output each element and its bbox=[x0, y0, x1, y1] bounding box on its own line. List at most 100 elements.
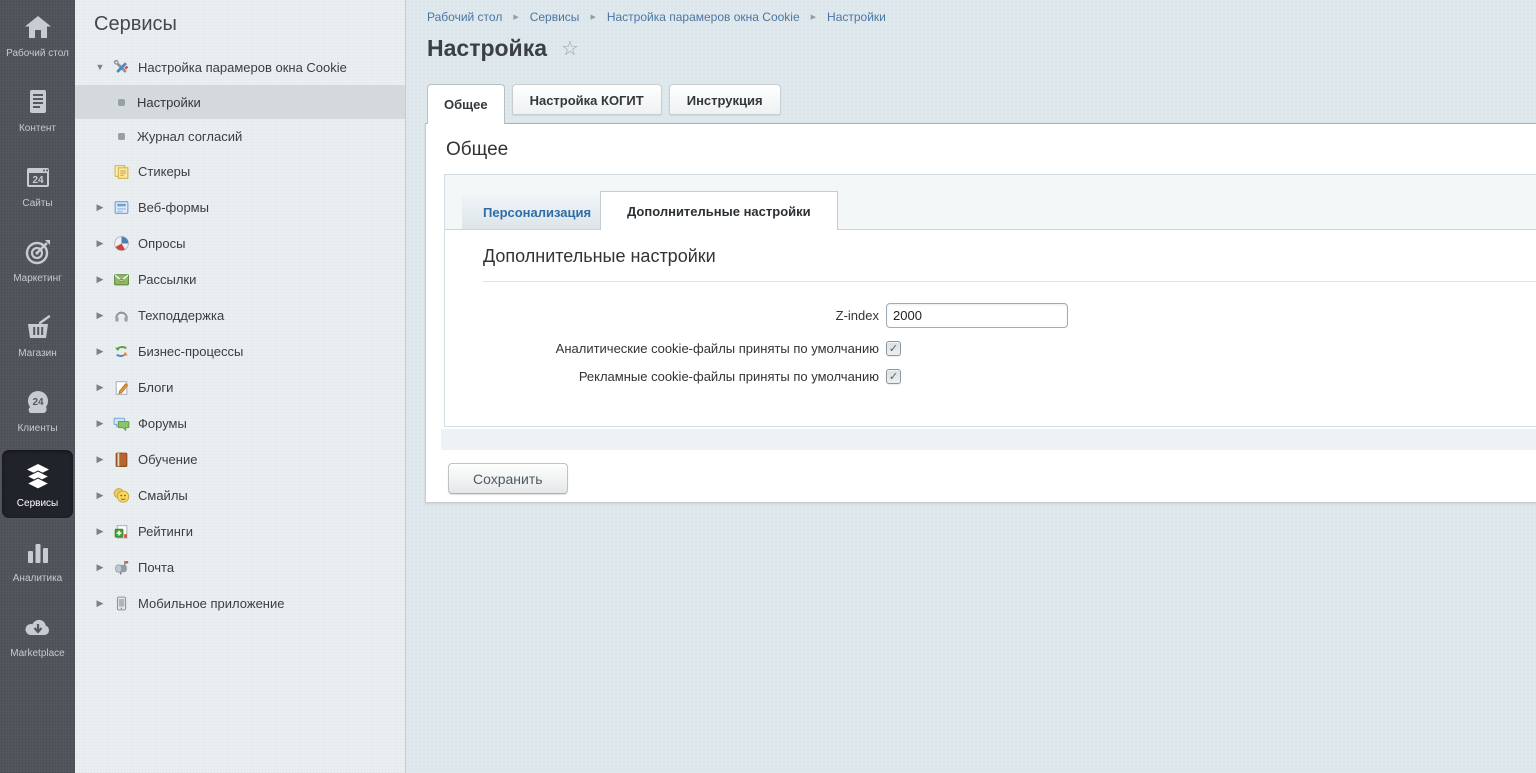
rail-item-label: Контент bbox=[19, 123, 56, 135]
breadcrumb-link-desktop[interactable]: Рабочий стол bbox=[427, 10, 502, 24]
chevron-right-icon[interactable]: ▶ bbox=[94, 454, 106, 465]
rail-item-store[interactable]: Магазин bbox=[2, 300, 73, 368]
mailbox-icon bbox=[113, 559, 130, 576]
tools-icon bbox=[113, 59, 130, 76]
sidebar-item-label: Стикеры bbox=[138, 164, 190, 179]
breadcrumb-link-cookie-settings[interactable]: Настройка парамеров окна Cookie bbox=[607, 10, 800, 24]
rail-item-label: Сервисы bbox=[17, 498, 58, 510]
sidebar-item-mobile-app[interactable]: ▶ Мобильное приложение bbox=[75, 585, 405, 621]
chevron-right-icon[interactable]: ▶ bbox=[94, 238, 106, 249]
envelope-icon bbox=[113, 271, 130, 288]
sidebar-item-cookie-settings[interactable]: ▼ Настройка парамеров окна Cookie bbox=[75, 49, 405, 85]
sidebar-item-ratings[interactable]: ▶ Рейтинги bbox=[75, 513, 405, 549]
sidebar-item-label: Мобильное приложение bbox=[138, 596, 284, 611]
sidebar-item-bizproc[interactable]: ▶ Бизнес-процессы bbox=[75, 333, 405, 369]
rail-item-desktop[interactable]: Рабочий стол bbox=[2, 0, 73, 68]
inner-tab-personalization[interactable]: Персонализация bbox=[462, 196, 612, 229]
stickers-icon bbox=[113, 163, 130, 180]
title-row: Настройка ☆ bbox=[406, 24, 1536, 62]
rail-item-clients[interactable]: 24 Клиенты bbox=[2, 375, 73, 443]
mobile-icon bbox=[113, 595, 130, 612]
sidebar-item-label: Опросы bbox=[138, 236, 185, 251]
sidebar-item-stickers[interactable]: Стикеры bbox=[75, 153, 405, 189]
breadcrumb-separator-icon: ▶ bbox=[811, 13, 816, 21]
settings-box: Персонализация Дополнительные настройки … bbox=[444, 174, 1536, 427]
rail-item-marketing[interactable]: Маркетинг bbox=[2, 225, 73, 293]
sidebar-item-label: Блоги bbox=[138, 380, 173, 395]
sidebar-item-support[interactable]: ▶ Техподдержка bbox=[75, 297, 405, 333]
rail-item-services[interactable]: Сервисы bbox=[2, 450, 73, 518]
chevron-right-icon[interactable]: ▶ bbox=[94, 598, 106, 609]
analytics-cookies-label: Аналитические cookie-файлы приняты по ум… bbox=[483, 341, 886, 356]
left-rail: Рабочий стол Контент 24 Сайты Маркетинг … bbox=[0, 0, 75, 773]
rail-item-label: Сайты bbox=[22, 198, 52, 210]
chevron-right-icon[interactable]: ▶ bbox=[94, 526, 106, 537]
sidebar-item-webforms[interactable]: ▶ Веб-формы bbox=[75, 189, 405, 225]
main-tabs: Общее Настройка КОГИТ Инструкция bbox=[406, 84, 1536, 123]
analytics-cookies-checkbox[interactable]: ✓ bbox=[886, 341, 901, 356]
chevron-down-icon[interactable]: ▼ bbox=[94, 62, 106, 72]
save-button[interactable]: Сохранить bbox=[448, 463, 568, 494]
sidebar-item-training[interactable]: ▶ Обучение bbox=[75, 441, 405, 477]
tab-general[interactable]: Общее bbox=[427, 84, 505, 124]
content-panel: Общее Персонализация Дополнительные наст… bbox=[425, 123, 1536, 503]
sidebar-title: Сервисы bbox=[75, 0, 405, 49]
headphones-icon bbox=[113, 307, 130, 324]
tab-instruction[interactable]: Инструкция bbox=[669, 84, 781, 115]
inner-tabs: Персонализация Дополнительные настройки bbox=[445, 175, 1536, 230]
rail-item-label: Маркетинг bbox=[13, 273, 62, 285]
sidebar-item-label: Обучение bbox=[138, 452, 197, 467]
panel-heading: Общее bbox=[426, 124, 1536, 161]
analytics-cookies-row: Аналитические cookie-файлы приняты по ум… bbox=[483, 341, 1536, 356]
pie-icon bbox=[113, 235, 130, 252]
sidebar-item-forums[interactable]: ▶ Форумы bbox=[75, 405, 405, 441]
smiley-icon bbox=[113, 487, 130, 504]
layers-icon bbox=[23, 461, 53, 493]
sidebar-item-smiles[interactable]: ▶ Смайлы bbox=[75, 477, 405, 513]
rail-item-sites[interactable]: 24 Сайты bbox=[2, 150, 73, 218]
chevron-right-icon[interactable]: ▶ bbox=[94, 202, 106, 213]
book-icon bbox=[113, 451, 130, 468]
breadcrumb-separator-icon: ▶ bbox=[590, 13, 595, 21]
sidebar: Сервисы ▼ Настройка парамеров окна Cooki… bbox=[75, 0, 406, 773]
sidebar-item-settings[interactable]: Настройки bbox=[75, 85, 405, 119]
plus-page-icon bbox=[113, 523, 130, 540]
zindex-label: Z-index bbox=[483, 308, 886, 323]
chevron-right-icon[interactable]: ▶ bbox=[94, 418, 106, 429]
zindex-input[interactable] bbox=[886, 303, 1068, 328]
chevron-right-icon[interactable]: ▶ bbox=[94, 562, 106, 573]
section-heading: Дополнительные настройки bbox=[483, 246, 1536, 267]
sidebar-item-blogs[interactable]: ▶ Блоги bbox=[75, 369, 405, 405]
tab-kogit-settings[interactable]: Настройка КОГИТ bbox=[512, 84, 662, 115]
process-arrows-icon bbox=[113, 343, 130, 360]
rail-item-label: Marketplace bbox=[10, 648, 64, 660]
sidebar-item-label: Рейтинги bbox=[138, 524, 193, 539]
breadcrumb-link-settings[interactable]: Настройки bbox=[827, 10, 886, 24]
chevron-right-icon[interactable]: ▶ bbox=[94, 382, 106, 393]
chevron-right-icon[interactable]: ▶ bbox=[94, 346, 106, 357]
rail-item-analytics[interactable]: Аналитика bbox=[2, 525, 73, 593]
inner-content: Дополнительные настройки Z-index Аналити… bbox=[445, 230, 1536, 426]
sidebar-item-label: Почта bbox=[138, 560, 174, 575]
sidebar-item-mailings[interactable]: ▶ Рассылки bbox=[75, 261, 405, 297]
sidebar-item-consent-log[interactable]: Журнал согласий bbox=[75, 119, 405, 153]
rail-item-marketplace[interactable]: Marketplace bbox=[2, 600, 73, 668]
cloud-24-icon: 24 bbox=[23, 386, 53, 418]
sidebar-item-label: Журнал согласий bbox=[137, 129, 242, 144]
sidebar-item-polls[interactable]: ▶ Опросы bbox=[75, 225, 405, 261]
breadcrumb-link-services[interactable]: Сервисы bbox=[530, 10, 580, 24]
chevron-right-icon[interactable]: ▶ bbox=[94, 274, 106, 285]
sidebar-item-mail[interactable]: ▶ Почта bbox=[75, 549, 405, 585]
favorite-star-icon[interactable]: ☆ bbox=[561, 39, 579, 59]
check-icon: ✓ bbox=[889, 370, 898, 383]
browser-24-icon: 24 bbox=[23, 161, 53, 193]
rail-item-content[interactable]: Контент bbox=[2, 75, 73, 143]
chevron-right-icon[interactable]: ▶ bbox=[94, 490, 106, 501]
bullet-icon bbox=[118, 99, 125, 106]
inner-tab-additional-settings[interactable]: Дополнительные настройки bbox=[600, 191, 838, 230]
target-icon bbox=[23, 236, 53, 268]
document-icon bbox=[23, 86, 53, 118]
ad-cookies-checkbox[interactable]: ✓ bbox=[886, 369, 901, 384]
chevron-right-icon[interactable]: ▶ bbox=[94, 310, 106, 321]
form-footer-strip bbox=[441, 429, 1536, 450]
